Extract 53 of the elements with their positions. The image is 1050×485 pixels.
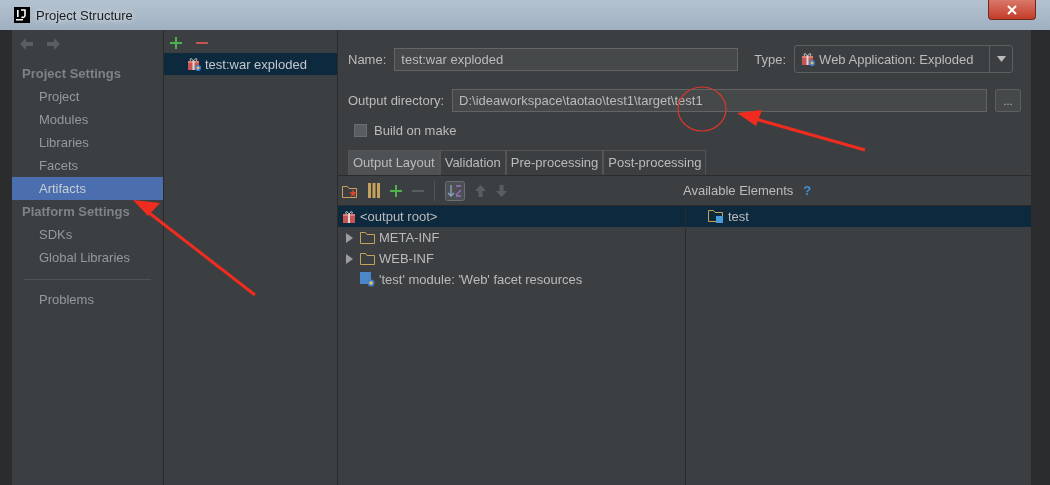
forward-arrow-icon[interactable] <box>46 38 60 50</box>
sidebar-item[interactable]: SDKs <box>12 223 163 246</box>
columns-icon[interactable] <box>368 183 380 198</box>
tree-item[interactable]: META-INF <box>338 227 685 248</box>
move-down-icon[interactable] <box>496 184 507 197</box>
back-arrow-icon[interactable] <box>20 38 34 50</box>
add-icon[interactable] <box>390 184 402 197</box>
section-heading: Platform Settings <box>21 203 131 221</box>
gift-icon <box>187 57 201 71</box>
tree-item[interactable]: <output root> <box>338 206 685 227</box>
folder-icon <box>360 252 375 265</box>
move-up-icon[interactable] <box>475 184 486 197</box>
checkbox-label[interactable]: Build on make <box>374 122 457 138</box>
name-field[interactable]: test:war exploded <box>394 47 739 71</box>
sidebar-item[interactable]: Modules <box>12 108 163 131</box>
add-icon[interactable] <box>170 37 182 49</box>
field-label: Name: <box>348 51 387 67</box>
tab[interactable]: Post-processing <box>603 150 707 175</box>
sidebar-item[interactable]: Libraries <box>12 131 163 154</box>
caret-icon <box>996 56 1006 62</box>
tab[interactable]: Validation <box>439 150 506 175</box>
panel-header: Available Elements <box>683 183 794 198</box>
close-button[interactable] <box>988 0 1036 20</box>
app-logo-icon <box>14 7 30 23</box>
sort-icon[interactable] <box>445 180 465 201</box>
web-facet-icon <box>360 272 375 287</box>
field-label: Type: <box>754 51 787 67</box>
browse-button[interactable]: ... <box>995 89 1021 112</box>
gift-icon <box>342 209 356 224</box>
sidebar-item[interactable]: Facets <box>12 154 163 177</box>
folder-icon <box>360 231 375 244</box>
field-label: Output directory: <box>348 93 445 108</box>
tree-item[interactable]: test <box>686 206 1031 227</box>
expand-arrow-icon[interactable] <box>345 232 353 243</box>
close-icon <box>1007 4 1017 15</box>
folder-icon <box>708 210 724 223</box>
tree-item[interactable]: 'test' module: 'Web' facet resources <box>338 269 685 290</box>
type-dropdown[interactable]: Web Application: Exploded <box>794 45 1014 73</box>
section-heading: Project Settings <box>21 65 122 83</box>
sidebar-item[interactable]: Project <box>12 85 163 108</box>
sidebar-item[interactable]: Problems <box>12 288 163 311</box>
window-title: Project Structure <box>36 7 133 23</box>
tree-item[interactable]: WEB-INF <box>338 248 685 269</box>
sidebar-item[interactable]: Artifacts <box>12 177 163 200</box>
sidebar-item[interactable]: Global Libraries <box>12 246 163 269</box>
new-folder-icon[interactable] <box>342 183 358 198</box>
gift-icon <box>801 52 816 66</box>
tab[interactable]: Output Layout <box>348 150 440 175</box>
expand-arrow-icon[interactable] <box>345 253 353 264</box>
tab[interactable]: Pre-processing <box>505 150 604 175</box>
help-icon[interactable]: ? <box>803 183 812 198</box>
artifact-item[interactable]: test:war exploded <box>164 53 337 75</box>
checkbox[interactable] <box>354 123 367 137</box>
